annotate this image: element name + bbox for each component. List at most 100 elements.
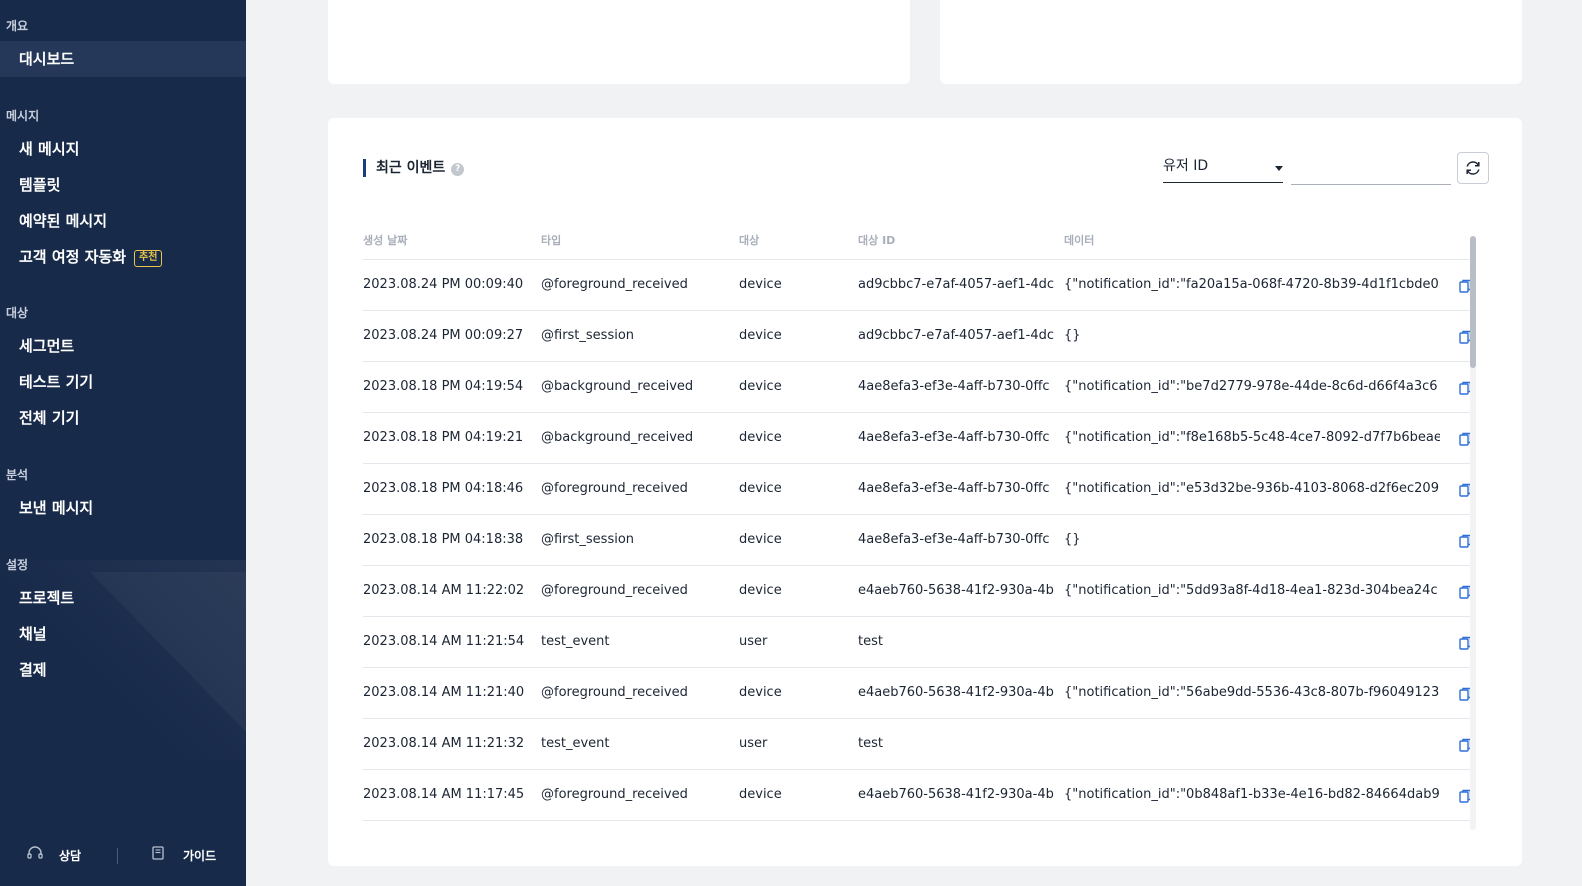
sidebar-footer: 상담 가이드	[0, 844, 246, 868]
sidebar-item-label: 새 메시지	[19, 140, 80, 158]
section-title-analytics: 분석	[6, 468, 29, 482]
cell-target-id: e4aeb760-5638-41f2-930a-4b	[858, 583, 1054, 598]
cell-target-id: ad9cbbc7-e7af-4057-aef1-4dc	[858, 328, 1054, 343]
sidebar-item-all-devices[interactable]: 전체 기기	[0, 400, 246, 436]
cell-data: {"notification_id":"5dd93a8f-4d18-4ea1-8…	[1064, 583, 1438, 598]
table-row[interactable]: 2023.08.14 AM 11:17:45 @foreground_receiv…	[363, 770, 1475, 821]
sidebar-item-templates[interactable]: 템플릿	[0, 167, 246, 203]
cell-data: {"notification_id":"be7d2779-978e-44de-8…	[1064, 379, 1438, 394]
sidebar-item-channels[interactable]: 채널	[0, 616, 246, 652]
filter-select[interactable]: 유저 ID	[1163, 154, 1283, 183]
events-table: 생성 날짜 타입 대상 대상 ID 데이터 2023.08.24 PM 00:0…	[363, 228, 1475, 821]
cell-type: test_event	[541, 634, 610, 649]
guide-button[interactable]: 가이드	[151, 844, 216, 868]
cell-target-id: 4ae8efa3-ef3e-4aff-b730-0ffc	[858, 430, 1050, 445]
sidebar-item-label: 전체 기기	[19, 409, 80, 427]
table-row[interactable]: 2023.08.24 PM 00:09:27 @first_session devi…	[363, 311, 1475, 362]
panel-title: 최근 이벤트?	[363, 159, 465, 177]
cell-type: @foreground_received	[541, 277, 688, 292]
book-icon	[151, 845, 167, 869]
cell-created-date: 2023.08.14 AM 11:22:02	[363, 583, 525, 598]
sidebar-item-label: 테스트 기기	[19, 373, 94, 391]
cell-type: @background_received	[541, 379, 694, 394]
consult-button[interactable]: 상담	[27, 844, 81, 868]
sidebar-item-label: 프로젝트	[19, 589, 75, 607]
search-input[interactable]	[1291, 154, 1451, 185]
panel-title-text: 최근 이벤트	[376, 160, 446, 176]
cell-target: user	[739, 634, 768, 649]
sidebar-item-label: 대시보드	[19, 50, 75, 68]
help-icon[interactable]: ?	[451, 163, 465, 176]
refresh-button[interactable]	[1457, 152, 1489, 184]
section-title-overview: 개요	[6, 19, 29, 33]
cell-data: {"notification_id":"f8e168b5-5c48-4ce7-8…	[1064, 430, 1440, 445]
cell-created-date: 2023.08.14 AM 11:17:45	[363, 787, 525, 802]
sidebar-item-journey-automation[interactable]: 고객 여정 자동화 추천	[0, 239, 246, 275]
cell-created-date: 2023.08.24 PM 00:09:40	[363, 277, 524, 292]
filter-select-value: 유저 ID	[1163, 158, 1209, 174]
cell-type: @foreground_received	[541, 685, 688, 700]
table-row[interactable]: 2023.08.14 AM 11:21:32 test_event user test	[363, 719, 1475, 770]
cell-target: device	[739, 328, 782, 343]
cell-target: user	[739, 736, 768, 751]
table-row[interactable]: 2023.08.18 PM 04:19:54 @background_receiv…	[363, 362, 1475, 413]
recommended-badge: 추천	[134, 250, 163, 267]
cell-type: @background_received	[541, 430, 694, 445]
sidebar-item-label: 고객 여정 자동화	[19, 248, 127, 266]
chevron-down-icon	[1275, 166, 1283, 171]
section-title-audience: 대상	[6, 306, 29, 320]
cell-target-id: test	[858, 736, 883, 751]
cell-type: @first_session	[541, 532, 635, 547]
cell-target: device	[739, 277, 782, 292]
table-row[interactable]: 2023.08.18 PM 04:18:46 @foreground_receiv…	[363, 464, 1475, 515]
cell-created-date: 2023.08.14 AM 11:21:40	[363, 685, 525, 700]
cell-type: @foreground_received	[541, 787, 688, 802]
table-body: 2023.08.24 PM 00:09:40 @foreground_receiv…	[363, 260, 1475, 821]
table-row[interactable]: 2023.08.24 PM 00:09:40 @foreground_receiv…	[363, 260, 1475, 311]
sidebar-item-segments[interactable]: 세그먼트	[0, 328, 246, 364]
table-row[interactable]: 2023.08.18 PM 04:19:21 @background_receiv…	[363, 413, 1475, 464]
sidebar-item-new-message[interactable]: 새 메시지	[0, 131, 246, 167]
scrollbar-thumb[interactable]	[1470, 236, 1476, 368]
table-row[interactable]: 2023.08.14 AM 11:21:54 test_event user test	[363, 617, 1475, 668]
sidebar-item-project[interactable]: 프로젝트	[0, 580, 246, 616]
cell-created-date: 2023.08.18 PM 04:18:38	[363, 532, 524, 547]
section-title-messages: 메시지	[6, 109, 40, 123]
sidebar-item-label: 템플릿	[19, 176, 61, 194]
column-header-data: 데이터	[1064, 234, 1095, 247]
cell-created-date: 2023.08.14 AM 11:21:32	[363, 736, 525, 751]
footer-divider	[117, 848, 118, 864]
cell-target: device	[739, 481, 782, 496]
sidebar: 개요 대시보드 메시지 새 메시지 템플릿 예약된 메시지 고객 여정 자동화 추…	[0, 0, 246, 886]
cell-target-id: 4ae8efa3-ef3e-4aff-b730-0ffc	[858, 481, 1050, 496]
cell-created-date: 2023.08.18 PM 04:18:46	[363, 481, 524, 496]
stats-card-left	[328, 0, 910, 84]
sidebar-item-scheduled-messages[interactable]: 예약된 메시지	[0, 203, 246, 239]
cell-target-id: e4aeb760-5638-41f2-930a-4b	[858, 787, 1054, 802]
sidebar-item-test-devices[interactable]: 테스트 기기	[0, 364, 246, 400]
table-row[interactable]: 2023.08.14 AM 11:22:02 @foreground_receiv…	[363, 566, 1475, 617]
table-scrollbar[interactable]	[1470, 236, 1476, 830]
cell-target-id: 4ae8efa3-ef3e-4aff-b730-0ffc	[858, 532, 1050, 547]
cell-target: device	[739, 532, 782, 547]
headset-icon	[27, 845, 43, 869]
table-row[interactable]: 2023.08.14 AM 11:21:40 @foreground_receiv…	[363, 668, 1475, 719]
cell-created-date: 2023.08.14 AM 11:21:54	[363, 634, 525, 649]
cell-data: {}	[1064, 532, 1081, 547]
refresh-icon	[1466, 161, 1480, 175]
cell-type: @foreground_received	[541, 481, 688, 496]
sidebar-item-billing[interactable]: 결제	[0, 652, 246, 688]
cell-data: {}	[1064, 328, 1081, 343]
cell-data: {"notification_id":"fa20a15a-068f-4720-8…	[1064, 277, 1439, 292]
cell-target-id: 4ae8efa3-ef3e-4aff-b730-0ffc	[858, 379, 1050, 394]
sidebar-item-dashboard[interactable]: 대시보드	[0, 41, 246, 77]
table-header: 생성 날짜 타입 대상 대상 ID 데이터	[363, 228, 1475, 260]
cell-type: @first_session	[541, 328, 635, 343]
cell-target-id: e4aeb760-5638-41f2-930a-4b	[858, 685, 1054, 700]
cell-target: device	[739, 583, 782, 598]
sidebar-item-sent-messages[interactable]: 보낸 메시지	[0, 490, 246, 526]
cell-target-id: ad9cbbc7-e7af-4057-aef1-4dc	[858, 277, 1054, 292]
cell-target: device	[739, 430, 782, 445]
cell-target: device	[739, 787, 782, 802]
table-row[interactable]: 2023.08.18 PM 04:18:38 @first_session devi…	[363, 515, 1475, 566]
